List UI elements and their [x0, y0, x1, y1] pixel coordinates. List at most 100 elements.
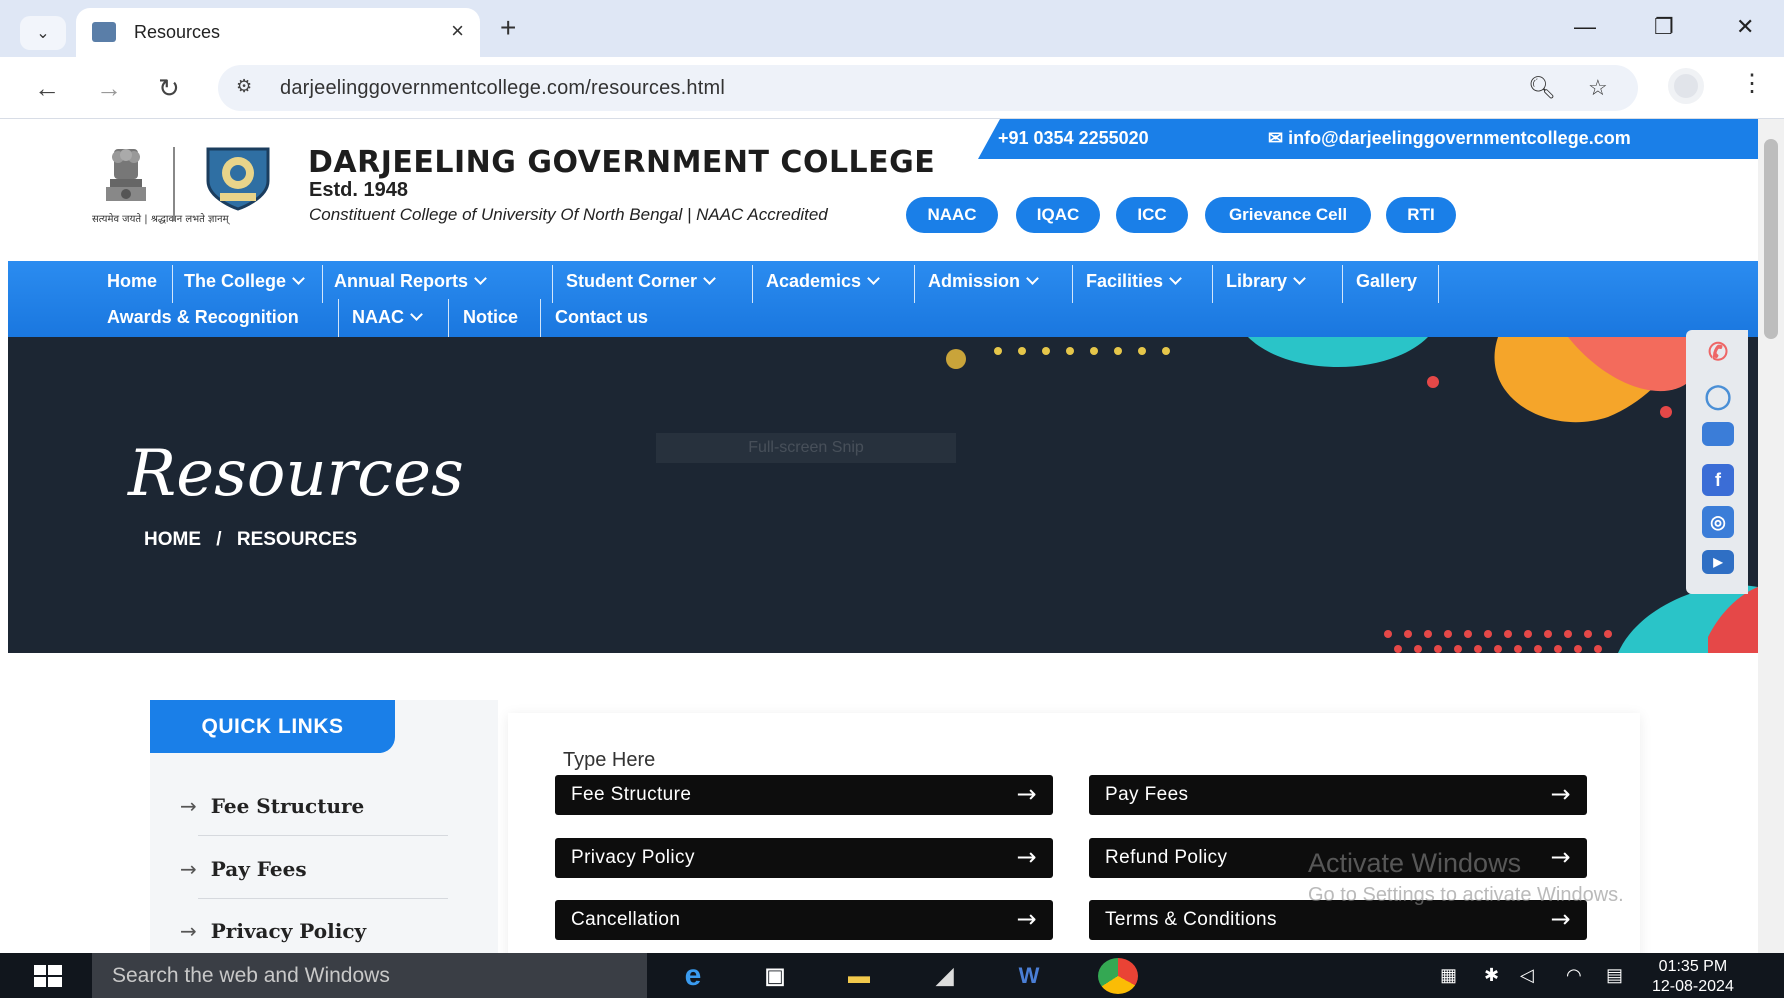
zoom-icon[interactable]: 🔍︎: [1528, 75, 1556, 101]
quick-link-pay-fees[interactable]: → Pay Fees: [180, 857, 307, 881]
close-window-icon[interactable]: ✕: [1736, 14, 1754, 40]
mail-icon: ✉: [1268, 128, 1289, 148]
tab-search-button[interactable]: ⌄: [20, 16, 66, 50]
nav-gallery[interactable]: Gallery: [1356, 271, 1417, 292]
bookmark-star-icon[interactable]: ☆: [1588, 75, 1608, 101]
pay-fees-button[interactable]: Pay Fees →: [1089, 775, 1587, 815]
new-tab-button[interactable]: +: [500, 14, 516, 42]
minimize-icon[interactable]: —: [1574, 14, 1596, 40]
arrow-right-icon: →: [1016, 843, 1037, 871]
notifications-icon[interactable]: ▤: [1606, 965, 1623, 986]
forward-icon[interactable]: →: [96, 73, 122, 104]
chrome-icon[interactable]: [1098, 958, 1138, 994]
button-label: Privacy Policy: [571, 847, 695, 868]
close-tab-icon[interactable]: ×: [451, 18, 464, 44]
phone-call-icon[interactable]: ✆: [1702, 336, 1734, 368]
nav-divider: [1342, 265, 1343, 303]
nav-admission[interactable]: Admission: [928, 271, 1039, 292]
nav-naac[interactable]: NAAC: [352, 307, 423, 328]
browser-menu-icon[interactable]: ⋮: [1740, 69, 1764, 98]
nav-academics[interactable]: Academics: [766, 271, 880, 292]
breadcrumb-separator: /: [216, 529, 222, 550]
activate-windows-subtitle: Go to Settings to activate Windows.: [1308, 884, 1624, 906]
profile-avatar[interactable]: [1668, 68, 1704, 104]
browser-tab[interactable]: Resources ×: [76, 8, 480, 57]
header-divider: [173, 147, 175, 221]
back-icon[interactable]: ←: [34, 73, 60, 104]
arrow-right-icon: →: [180, 919, 197, 943]
facebook-icon[interactable]: f: [1702, 464, 1734, 496]
nav-library[interactable]: Library: [1226, 271, 1306, 292]
nav-annual-reports[interactable]: Annual Reports: [334, 271, 487, 292]
youtube-icon[interactable]: ▶: [1702, 550, 1734, 574]
quick-link-fee-structure[interactable]: → Fee Structure: [180, 794, 364, 818]
site-header: सत्यमेव जयते | श्रद्धावान लभते ज्ञानम् D…: [8, 119, 1758, 261]
nav-label: Library: [1226, 271, 1288, 291]
naac-button[interactable]: NAAC: [906, 197, 998, 233]
store-icon[interactable]: ▣: [758, 961, 792, 991]
nav-label: NAAC: [352, 307, 404, 327]
college-name[interactable]: DARJEELING GOVERNMENT COLLEGE: [308, 145, 935, 180]
tab-title: Resources: [134, 22, 221, 42]
nav-the-college[interactable]: The College: [184, 271, 305, 292]
chevron-down-icon: [703, 272, 716, 285]
nav-student-corner[interactable]: Student Corner: [566, 271, 716, 292]
taskbar-search[interactable]: Search the web and Windows: [92, 953, 647, 998]
chevron-down-icon: [410, 308, 423, 321]
quick-link-privacy-policy[interactable]: → Privacy Policy: [180, 919, 366, 943]
breadcrumb-home[interactable]: HOME: [144, 529, 201, 551]
taskbar-clock[interactable]: 01:35 PM 12-08-2024: [1652, 957, 1734, 997]
nav-divider: [552, 265, 553, 303]
nav-divider: [914, 265, 915, 303]
nav-label: Admission: [928, 271, 1021, 291]
divider: [198, 835, 448, 836]
page-title: Resources: [128, 437, 464, 511]
tray-app-icon[interactable]: ▦: [1440, 965, 1457, 986]
nav-facilities[interactable]: Facilities: [1086, 271, 1182, 292]
nav-awards-recognition[interactable]: Awards & Recognition: [107, 307, 299, 328]
nav-contact-us[interactable]: Contact us: [555, 307, 648, 328]
url-text[interactable]: darjeelinggovernmentcollege.com/resource…: [280, 77, 725, 100]
button-label: Cancellation: [571, 909, 681, 930]
chevron-down-icon: ⌄: [36, 25, 50, 42]
privacy-policy-button[interactable]: Privacy Policy →: [555, 838, 1053, 878]
reload-icon[interactable]: ↻: [158, 73, 180, 104]
email-link[interactable]: ✉ info@darjeelinggovernmentcollege.com: [1268, 128, 1631, 149]
page-banner: Full-screen Snip Resources HOME / RESOUR…: [8, 337, 1758, 653]
scrollbar-thumb[interactable]: [1764, 139, 1778, 339]
arrow-right-icon: →: [1016, 905, 1037, 933]
instagram-icon[interactable]: ◎: [1702, 506, 1734, 538]
college-crest-icon: [206, 147, 270, 211]
nav-label: Student Corner: [566, 271, 698, 291]
rti-button[interactable]: RTI: [1386, 197, 1456, 233]
site-settings-icon[interactable]: ⚙: [236, 76, 252, 97]
taskbar-search-placeholder: Search the web and Windows: [112, 964, 390, 987]
edge-icon[interactable]: e: [676, 959, 710, 992]
scanner-icon[interactable]: ◢: [928, 961, 962, 991]
mail-icon[interactable]: [1702, 422, 1734, 446]
nav-label: Gallery: [1356, 271, 1418, 291]
phone-number[interactable]: +91 0354 2255020: [998, 128, 1149, 149]
grievance-cell-button[interactable]: Grievance Cell: [1205, 197, 1371, 233]
nav-divider: [322, 265, 323, 303]
fee-structure-button[interactable]: Fee Structure →: [555, 775, 1053, 815]
cancellation-button[interactable]: Cancellation →: [555, 900, 1053, 940]
favicon-icon: [92, 22, 116, 42]
volume-icon[interactable]: ◁: [1520, 965, 1534, 986]
nav-notice[interactable]: Notice: [463, 307, 518, 328]
nav-divider: [752, 265, 753, 303]
nav-divider: [540, 299, 541, 337]
bluetooth-icon[interactable]: ✱: [1484, 965, 1499, 986]
restore-icon[interactable]: ❐: [1654, 14, 1674, 40]
file-explorer-icon[interactable]: ▬: [842, 961, 876, 991]
wifi-icon[interactable]: ◠: [1566, 965, 1582, 986]
iqac-button[interactable]: IQAC: [1016, 197, 1100, 233]
button-label: Terms & Conditions: [1105, 909, 1277, 930]
address-bar[interactable]: ⚙ darjeelinggovernmentcollege.com/resour…: [218, 65, 1638, 111]
word-icon[interactable]: W: [1012, 961, 1046, 991]
whatsapp-icon[interactable]: ◯: [1702, 380, 1734, 412]
page-scrollbar[interactable]: [1758, 119, 1784, 953]
windows-start-icon[interactable]: [34, 965, 62, 987]
icc-button[interactable]: ICC: [1116, 197, 1188, 233]
nav-home[interactable]: Home: [107, 271, 157, 292]
